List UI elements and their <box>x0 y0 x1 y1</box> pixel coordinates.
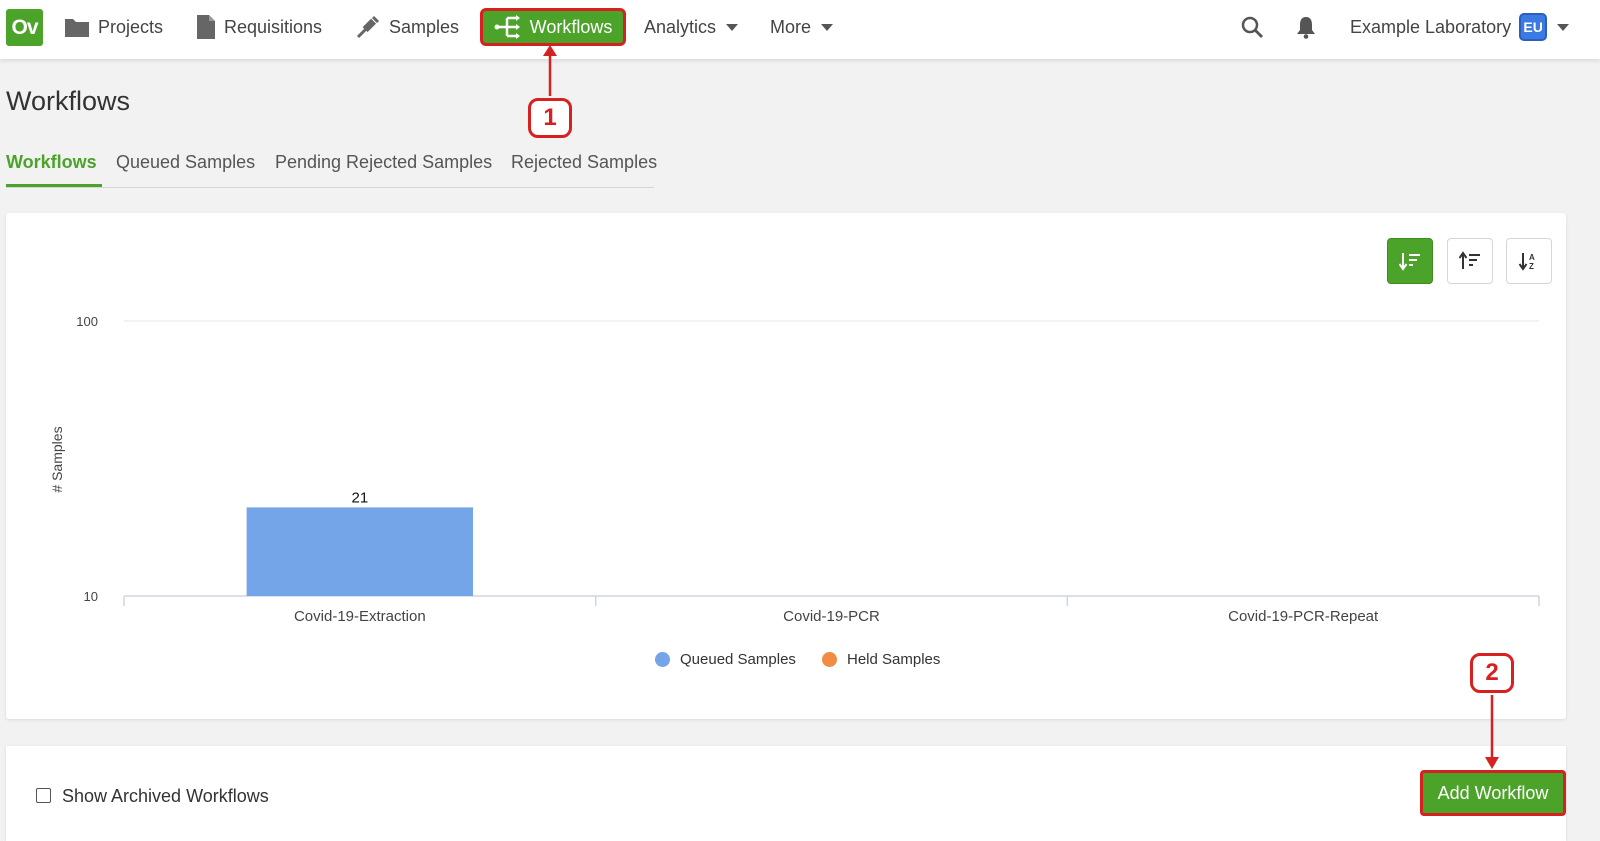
x-tick-label: Covid-19-Extraction <box>294 608 426 625</box>
y-tick-label: 100 <box>76 314 98 329</box>
nav-item-label: Analytics <box>644 16 717 37</box>
document-icon <box>197 15 215 39</box>
y-tick-label: 10 <box>84 589 98 604</box>
nav-item-samples[interactable]: Samples <box>355 0 459 54</box>
legend-marker <box>655 652 670 667</box>
nav-item-label: Samples <box>389 16 460 37</box>
nav-dropdown-more[interactable]: More <box>770 0 834 54</box>
sort-descending-button[interactable] <box>1387 238 1433 284</box>
caret-down-icon <box>726 23 739 31</box>
sort-descending-icon <box>1399 253 1420 271</box>
annotation-arrow-2 <box>1485 695 1499 769</box>
legend-marker <box>822 652 837 667</box>
nav-dropdown-analytics[interactable]: Analytics <box>644 0 739 54</box>
workflow-icon <box>494 15 520 39</box>
svg-text:A: A <box>1529 253 1535 262</box>
search-icon <box>1241 16 1263 38</box>
folder-icon <box>65 19 89 37</box>
lab-name: Example Laboratory <box>1350 16 1512 37</box>
tab-rejected-samples[interactable]: Rejected Samples <box>511 152 657 173</box>
x-tick-label: Covid-19-PCR <box>783 608 880 625</box>
nav-item-label: Projects <box>98 16 164 37</box>
y-axis-label: # Samples <box>49 426 65 492</box>
account-menu[interactable]: Example Laboratory EU <box>1350 0 1570 54</box>
show-archived-label: Show Archived Workflows <box>62 786 269 806</box>
legend-item-queued[interactable]: Queued Samples <box>655 651 796 668</box>
svg-text:Z: Z <box>1529 262 1534 271</box>
nav-item-projects[interactable]: Projects <box>64 0 163 54</box>
active-tab-indicator <box>6 184 102 187</box>
show-archived-checkbox[interactable] <box>36 788 51 803</box>
page-title: Workflows <box>6 86 131 116</box>
add-workflow-button[interactable]: Add Workflow <box>1420 770 1566 816</box>
sort-ascending-icon <box>1459 251 1480 269</box>
tab-bar: Workflows Queued Samples Pending Rejecte… <box>6 140 657 188</box>
x-tick-label: Covid-19-PCR-Repeat <box>1228 608 1379 625</box>
bar-chart: 10 100 Covid-19-Extraction Covid-19-PCR Covi… <box>49 314 1540 625</box>
nav-item-label: Workflows <box>529 16 613 37</box>
caret-down-icon <box>821 23 834 31</box>
annotation-arrow-1 <box>543 45 557 96</box>
nav-item-label: More <box>770 16 812 37</box>
bell-icon <box>1297 17 1315 39</box>
tab-workflows[interactable]: Workflows <box>6 152 97 173</box>
sort-alpha-icon: A Z <box>1518 253 1535 271</box>
legend-label: Held Samples <box>847 651 941 668</box>
app-logo[interactable]: Ov <box>6 9 43 46</box>
data-label: 21 <box>351 489 368 506</box>
annotation-callout-1: 1 <box>528 98 572 138</box>
nav-item-requisitions[interactable]: Requisitions <box>196 0 322 54</box>
legend-item-held[interactable]: Held Samples <box>822 651 940 668</box>
avatar: EU <box>1519 13 1548 41</box>
nav-item-label: Requisitions <box>224 16 323 37</box>
nav-item-workflows[interactable]: Workflows <box>480 8 626 46</box>
sort-ascending-button[interactable] <box>1447 238 1493 284</box>
search-button[interactable] <box>1240 0 1264 54</box>
bar <box>246 507 474 596</box>
top-navigation-bar: Ov Projects Requisitions Samples Workflo… <box>0 0 1600 59</box>
notifications-button[interactable] <box>1295 0 1317 54</box>
caret-down-icon <box>1557 23 1570 31</box>
tab-queued-samples[interactable]: Queued Samples <box>116 152 255 173</box>
legend-label: Queued Samples <box>680 651 796 668</box>
pipette-icon <box>356 15 380 39</box>
tab-pending-rejected-samples[interactable]: Pending Rejected Samples <box>275 152 492 173</box>
annotation-callout-2: 2 <box>1470 653 1514 693</box>
sort-alpha-button[interactable]: A Z <box>1506 238 1552 284</box>
